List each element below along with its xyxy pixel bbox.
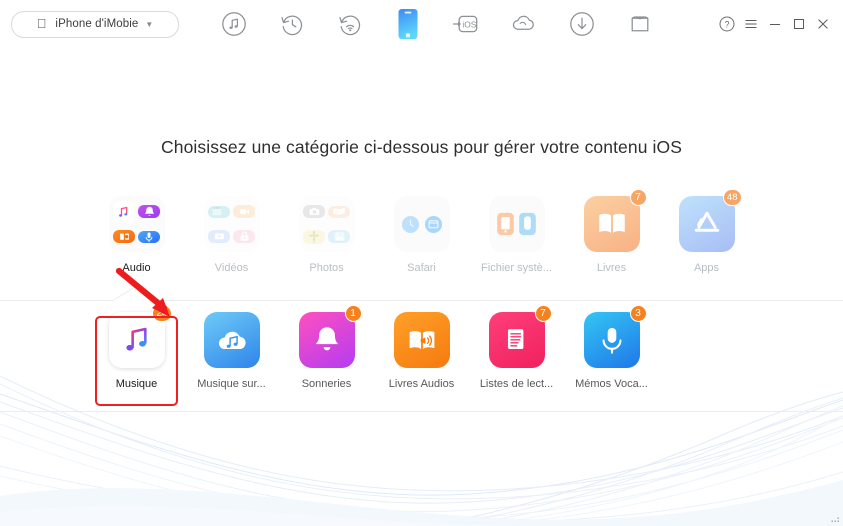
wifi-rewind-icon [338, 15, 360, 36]
category-photos[interactable]: Photos [279, 196, 374, 293]
badge-count: 48 [722, 189, 742, 206]
badge-count: 24 [152, 305, 172, 322]
toolbar-icloud-manager[interactable] [495, 2, 553, 46]
toolbar-ios-mover[interactable]: iOS [437, 2, 495, 46]
category-playlists[interactable]: 7 Listes de lect... [469, 305, 564, 408]
title-bar:  iPhone d'iMobie ▼ [0, 0, 843, 48]
system-files-group-icon [488, 196, 545, 252]
toolbar-backup-restore[interactable] [263, 2, 321, 46]
category-audio[interactable]: Audio [89, 196, 184, 293]
badge-count: 1 [344, 305, 362, 322]
close-button[interactable] [811, 9, 835, 39]
cloud-icon [512, 15, 534, 30]
toolbar-media-manager[interactable] [205, 2, 263, 46]
photos-group-icon [298, 196, 355, 252]
category-row-secondary: 24 Musique Musique sur... 1 Sonneries Li… [0, 305, 843, 408]
books-icon: 7 [583, 189, 647, 252]
category-books[interactable]: 7 Livres [564, 189, 659, 293]
category-label: Safari [407, 262, 436, 274]
category-voice-memos[interactable]: 3 Mémos Voca... [564, 305, 659, 408]
category-label: Musique [115, 378, 158, 390]
open-book-glyph [598, 213, 625, 233]
toolbar-airdrop[interactable] [321, 2, 379, 46]
device-name-label: iPhone d'iMobie [50, 18, 138, 30]
help-button[interactable]: ? [715, 9, 739, 39]
toolbar-device-manager[interactable] [379, 2, 437, 46]
download-arrow-icon [570, 12, 594, 36]
device-selector[interactable]:  iPhone d'iMobie ▼ [11, 10, 179, 38]
music-note-icon: 24 [108, 305, 172, 368]
minimize-icon [770, 24, 780, 25]
audio-group-icon [108, 196, 165, 252]
row-divider-bottom [0, 411, 843, 412]
audiobook-icon [393, 312, 450, 368]
category-label: Musique sur... [197, 378, 266, 390]
active-tab-notch [113, 286, 159, 301]
to-ios-icon: iOS [452, 15, 478, 33]
app-store-icon: 48 [678, 189, 742, 252]
category-label: Photos [309, 262, 344, 274]
category-label: Mémos Voca... [575, 378, 648, 390]
audiobook-glyph [409, 331, 434, 349]
category-safari[interactable]: Safari [374, 196, 469, 293]
category-ringtones[interactable]: 1 Sonneries [279, 305, 374, 408]
category-audiobooks[interactable]: Livres Audios [374, 312, 469, 408]
question-circle-icon: ? [719, 16, 735, 32]
voice-memo-mic-icon: 3 [583, 305, 647, 368]
menu-button[interactable] [739, 9, 763, 39]
playlist-glyph [507, 329, 523, 350]
category-musique[interactable]: 24 Musique [89, 305, 184, 408]
music-note-glyph [125, 327, 147, 351]
ringtone-bell-icon: 1 [298, 305, 362, 368]
chevron-down-icon: ▼ [140, 19, 153, 29]
badge-count: 3 [629, 305, 647, 322]
category-label: Vidéos [214, 262, 249, 274]
category-label: Sonneries [301, 378, 352, 390]
icloud-music-glyph [218, 331, 246, 350]
clock-rewind-icon [280, 15, 302, 36]
resize-grip-icon[interactable] [829, 512, 841, 524]
toolbar: iOS [205, 2, 669, 46]
window-controls: ? [715, 0, 835, 48]
tshirt-toolkit-icon [631, 16, 649, 32]
imobie-anytrans-window:  iPhone d'iMobie ▼ [0, 0, 843, 526]
music-note-circle-icon [222, 12, 246, 36]
bell-glyph [315, 327, 338, 351]
playlist-icon: 7 [488, 305, 552, 368]
badge-count: 7 [629, 189, 647, 206]
category-label: Audio [122, 262, 151, 274]
category-videos[interactable]: Vidéos [184, 196, 279, 293]
maximize-button[interactable] [787, 9, 811, 39]
category-apps[interactable]: 48 Apps [659, 189, 754, 293]
apple-logo-icon:  [37, 17, 47, 30]
category-label: Apps [693, 262, 720, 274]
safari-group-icon [393, 196, 450, 252]
minimize-button[interactable] [763, 9, 787, 39]
microphone-glyph [602, 327, 621, 354]
category-row-primary: Audio Vidéos Photos Safari Fichier systè… [0, 189, 843, 293]
toolbar-toolkit[interactable] [611, 2, 669, 46]
svg-text:iOS: iOS [462, 19, 476, 29]
toolbar-downloader[interactable] [553, 2, 611, 46]
category-label: Livres [596, 262, 627, 274]
category-label: Livres Audios [388, 378, 455, 390]
category-system-files[interactable]: Fichier systè... [469, 196, 564, 293]
hamburger-menu-icon [745, 20, 757, 28]
close-icon [818, 19, 828, 29]
icloud-music-icon [203, 312, 260, 368]
maximize-icon [794, 19, 804, 29]
iphone-device-icon [398, 9, 418, 39]
category-label: Fichier systè... [481, 262, 552, 274]
category-musique-icloud[interactable]: Musique sur... [184, 312, 279, 408]
videos-group-icon [203, 196, 260, 252]
svg-text:?: ? [724, 19, 729, 29]
app-store-glyph [694, 211, 719, 232]
category-label: Listes de lect... [479, 378, 554, 390]
badge-count: 7 [534, 305, 552, 322]
page-headline: Choisissez une catégorie ci-dessous pour… [161, 137, 682, 157]
